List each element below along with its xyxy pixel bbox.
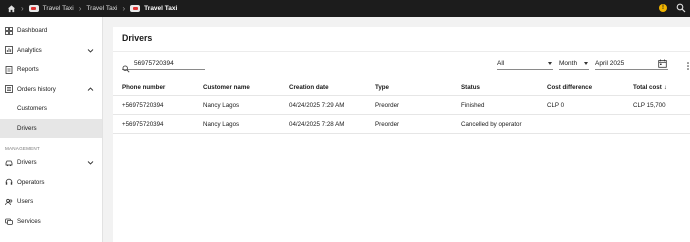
sidebar-item-label: Orders history — [17, 85, 56, 93]
table-header-row: Phone number Customer name Creation date… — [113, 78, 690, 96]
chevron-down-icon[interactable] — [87, 159, 94, 166]
column-header-creation-date[interactable]: Creation date — [289, 84, 329, 91]
sidebar-item-analytics[interactable]: Analytics — [0, 41, 102, 61]
sidebar-item-reports[interactable]: Reports — [0, 60, 102, 80]
dropdown-arrow-icon — [548, 62, 552, 65]
cell-cost-difference: CLP 0 — [547, 102, 565, 109]
top-bar: › Travel Taxi › Travel Taxi › Travel Tax… — [0, 0, 690, 17]
taxi-logo-icon — [130, 5, 141, 12]
chevron-right-icon: › — [21, 4, 24, 13]
breadcrumb-current: Travel Taxi — [130, 5, 177, 12]
column-header-cost-difference[interactable]: Cost difference — [547, 84, 592, 91]
cell-phone: +56975720394 — [122, 121, 164, 128]
sidebar-item-dashboard[interactable]: Dashboard — [0, 21, 102, 41]
divider — [113, 51, 690, 52]
cell-status: Finished — [461, 102, 485, 109]
date-picker[interactable]: April 2025 — [595, 58, 668, 70]
sidebar-item-label: Services — [17, 217, 41, 225]
select-value: Month — [559, 60, 578, 67]
sidebar-item-label: Analytics — [17, 46, 42, 54]
main-panel: Drivers All Month April 2025 Phone numbe… — [113, 27, 690, 242]
cell-type: Preorder — [375, 102, 400, 109]
sidebar-item-services[interactable]: Services — [0, 212, 102, 232]
cell-status: Cancelled by operator — [461, 121, 522, 128]
select-value: All — [497, 60, 505, 67]
chevron-right-icon: › — [78, 4, 82, 13]
headset-icon — [5, 178, 13, 186]
sidebar-item-label: Reports — [17, 66, 39, 74]
chevron-down-icon[interactable] — [87, 47, 94, 54]
table-row[interactable]: +56975720394 Nancy Lagos 04/24/2025 7:28… — [113, 115, 690, 134]
analytics-icon — [5, 46, 13, 55]
cell-creation-date: 04/24/2025 7:28 AM — [289, 121, 345, 128]
search-field[interactable] — [122, 58, 205, 73]
breadcrumb-item[interactable]: Travel Taxi — [86, 5, 117, 12]
column-header-phone[interactable]: Phone number — [122, 84, 165, 91]
sidebar-item-drivers-history[interactable]: Drivers — [0, 118, 102, 138]
section-label-management: MANAGEMENT — [5, 145, 40, 151]
orders-history-icon — [5, 85, 13, 94]
search-icon[interactable] — [676, 3, 686, 13]
sidebar: Dashboard Analytics Reports Orders histo… — [0, 17, 103, 242]
taxi-logo-icon — [28, 5, 39, 12]
sidebar-item-drivers[interactable]: Drivers — [0, 153, 102, 173]
dashboard-icon — [5, 26, 13, 35]
cell-customer: Nancy Lagos — [203, 102, 240, 109]
sidebar-item-customers[interactable]: Customers — [0, 99, 102, 119]
sidebar-item-orders-history[interactable]: Orders history — [0, 80, 102, 100]
chevron-up-icon[interactable] — [87, 86, 94, 93]
search-icon — [122, 60, 130, 73]
column-header-label: Total cost — [633, 84, 662, 91]
sidebar-item-operators[interactable]: Operators — [0, 173, 102, 193]
status-filter-select[interactable]: All — [497, 58, 553, 70]
breadcrumb-label: Travel Taxi — [42, 5, 74, 12]
table-row[interactable]: +56975720394 Nancy Lagos 04/24/2025 7:29… — [113, 96, 690, 115]
sidebar-item-label: Drivers — [17, 124, 37, 132]
breadcrumb-item[interactable]: Travel Taxi — [28, 5, 74, 12]
column-header-total-cost[interactable]: Total cost ↓ — [633, 84, 667, 91]
calendar-icon[interactable] — [658, 59, 667, 68]
column-header-status[interactable]: Status — [461, 84, 480, 91]
cell-type: Preorder — [375, 121, 400, 128]
period-select[interactable]: Month — [559, 58, 589, 70]
cell-phone: +56975720394 — [122, 102, 164, 109]
reports-icon — [5, 65, 13, 74]
sidebar-item-label: Customers — [17, 105, 47, 113]
sidebar-item-label: Dashboard — [17, 27, 48, 35]
search-input[interactable] — [134, 60, 200, 67]
date-value: April 2025 — [595, 60, 625, 67]
dropdown-arrow-icon — [584, 62, 588, 65]
sidebar-item-label: Users — [17, 198, 34, 206]
more-vert-icon[interactable] — [686, 58, 690, 70]
column-header-customer[interactable]: Customer name — [203, 84, 250, 91]
sort-desc-icon[interactable]: ↓ — [664, 85, 667, 91]
home-icon[interactable] — [7, 4, 16, 13]
page-title: Drivers — [122, 33, 153, 43]
driver-icon — [5, 159, 13, 167]
sidebar-item-label: Operators — [17, 178, 45, 186]
sidebar-item-users[interactable]: Users — [0, 192, 102, 212]
users-icon — [5, 198, 13, 206]
column-header-type[interactable]: Type — [375, 84, 389, 91]
cell-creation-date: 04/24/2025 7:29 AM — [289, 102, 345, 109]
drivers-table: Phone number Customer name Creation date… — [113, 78, 690, 134]
status-badge[interactable]: ! — [659, 4, 667, 12]
breadcrumb-label: Travel Taxi — [144, 5, 178, 12]
breadcrumb-label: Travel Taxi — [86, 5, 118, 12]
cell-total-cost: CLP 15,700 — [633, 102, 666, 109]
cell-customer: Nancy Lagos — [203, 121, 240, 128]
chevron-right-icon: › — [122, 4, 126, 13]
services-icon — [5, 217, 13, 226]
sidebar-item-label: Drivers — [17, 159, 37, 167]
